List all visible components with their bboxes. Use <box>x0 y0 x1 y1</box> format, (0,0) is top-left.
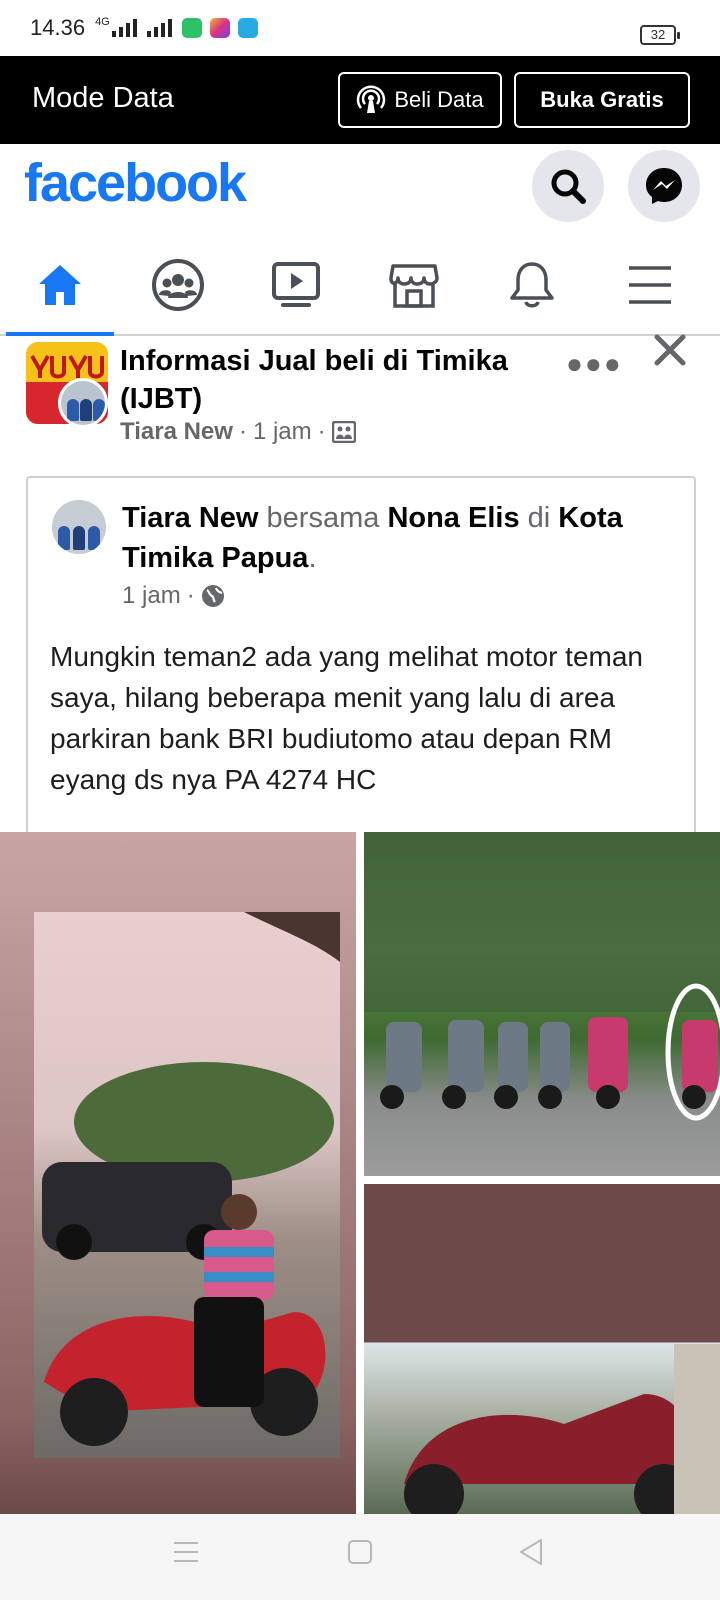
mode-data-title: Mode Data <box>32 82 174 114</box>
shared-post-meta: 1 jam · <box>122 582 225 610</box>
tab-menu[interactable] <box>590 236 710 334</box>
shared-meta-separator: · <box>186 582 195 609</box>
beli-data-button[interactable]: Beli Data <box>338 72 502 128</box>
status-time: 14.36 <box>30 15 86 40</box>
main-nav <box>0 236 720 336</box>
close-icon[interactable] <box>652 332 688 368</box>
tab-notifications[interactable] <box>472 236 592 334</box>
post-photo-2[interactable] <box>364 832 720 1176</box>
home-button-icon[interactable] <box>347 1539 373 1565</box>
more-options-icon[interactable]: ●●● <box>566 348 623 380</box>
post-time[interactable]: 1 jam <box>253 418 312 446</box>
tab-watch[interactable] <box>236 236 356 334</box>
beli-data-label: Beli Data <box>394 87 484 112</box>
facebook-header: facebook <box>0 144 720 236</box>
signal-icon <box>111 19 137 37</box>
battery-icon: 32 <box>640 25 680 45</box>
menu-icon <box>629 266 671 304</box>
video-icon <box>272 262 320 307</box>
search-button[interactable] <box>532 150 604 222</box>
bell-icon <box>510 262 554 308</box>
shared-post-text: Mungkin teman2 ada yang melihat motor te… <box>50 641 643 795</box>
u-app-icon <box>237 18 258 38</box>
recent-apps-icon[interactable] <box>172 1540 200 1564</box>
buka-gratis-label: Buka Gratis <box>540 87 664 112</box>
shared-post-card[interactable]: Tiara New bersama Nona Elis di Kota Timi… <box>26 476 696 832</box>
messenger-icon <box>646 168 682 204</box>
tagged-person[interactable]: Nona Elis <box>387 502 519 534</box>
meta-separator: · <box>238 418 247 445</box>
group-logo-icon <box>30 355 104 379</box>
home-icon <box>39 265 81 305</box>
broadcast-icon <box>357 85 386 113</box>
title-period: . <box>308 542 317 574</box>
group-audience-icon <box>331 421 356 443</box>
post-photo-3[interactable] <box>364 1184 720 1514</box>
mode-data-bar: Mode Data Beli Data Buka Gratis <box>0 56 720 144</box>
active-tab-indicator <box>6 332 114 336</box>
back-icon[interactable] <box>518 1538 544 1566</box>
line-app-icon <box>181 18 202 38</box>
status-bar: 14.36 4G 32 <box>0 0 720 56</box>
facebook-logo[interactable]: facebook <box>24 152 247 214</box>
buka-gratis-button[interactable]: Buka Gratis <box>514 72 690 128</box>
tab-home[interactable] <box>0 236 120 336</box>
meta-separator-2: · <box>317 418 326 445</box>
photo-2-scene <box>364 832 720 1121</box>
shared-author-name[interactable]: Tiara New <box>122 502 258 534</box>
signal-icon-2 <box>146 19 172 37</box>
android-nav-bar <box>0 1514 720 1600</box>
shared-post-time[interactable]: 1 jam <box>122 582 181 610</box>
at-word: di <box>527 502 551 534</box>
photo-1-scene <box>42 912 340 1446</box>
group-name[interactable]: Informasi Jual beli di Timika (IJBT) <box>120 342 540 418</box>
shared-post-title: Tiara New bersama Nona Elis di Kota Timi… <box>122 498 682 578</box>
tab-marketplace[interactable] <box>354 236 474 334</box>
search-icon <box>551 169 586 204</box>
groups-icon <box>152 259 204 311</box>
marketplace-icon <box>389 264 439 308</box>
post-author[interactable]: Tiara New <box>120 418 233 446</box>
author-avatar-small[interactable] <box>58 378 108 428</box>
post-meta: Tiara New · 1 jam · <box>120 418 356 446</box>
globe-icon <box>201 585 224 607</box>
instagram-app-icon <box>209 18 230 38</box>
tab-groups[interactable] <box>118 236 238 334</box>
with-word: bersama <box>266 502 380 534</box>
shared-author-avatar[interactable] <box>52 500 106 554</box>
photo-3-scene <box>404 1344 720 1514</box>
photo-1-inner <box>34 912 340 1458</box>
messenger-button[interactable] <box>628 150 700 222</box>
post-photo-1[interactable] <box>0 832 356 1514</box>
post-header: Informasi Jual beli di Timika (IJBT) Tia… <box>0 334 720 462</box>
network-label: 4G <box>95 16 110 28</box>
